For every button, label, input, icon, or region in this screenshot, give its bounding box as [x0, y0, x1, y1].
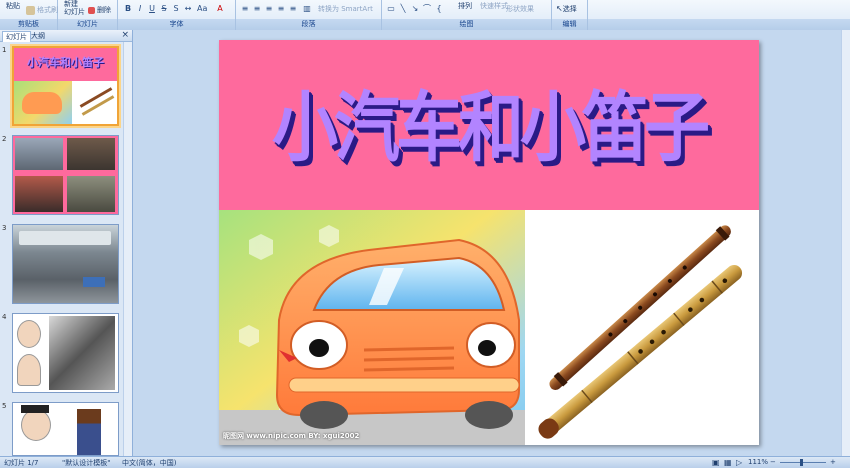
tab-outline[interactable]: 大纲: [28, 31, 48, 41]
align-center-icon[interactable]: ≡: [252, 4, 262, 14]
clipboard-group: 粘贴 格式刷 剪贴板: [0, 0, 58, 30]
char-spacing-icon[interactable]: ↔: [183, 4, 193, 14]
status-bar: 幻灯片 1/7 "默认设计模板" 中文(简体，中国) ▣ ▦ ▷ 111% − …: [0, 456, 850, 468]
columns-icon[interactable]: ▥: [302, 4, 312, 14]
font-group-label: 字体: [169, 20, 184, 28]
car-illustration: [219, 210, 525, 445]
slides-group: 新建 幻灯片 删除 幻灯片: [58, 0, 118, 30]
slides-group-label: 幻灯片: [77, 20, 98, 28]
car-cartoon-image[interactable]: 昵图网 www.nipic.com BY: xgui2002: [219, 210, 525, 445]
drawing-group: ▭ ╲ ↘ ⌒ { 排列 快速样式 形状效果 绘图: [382, 0, 552, 30]
paste-button[interactable]: 粘贴: [6, 1, 20, 11]
format-painter-button[interactable]: 格式刷: [26, 5, 58, 15]
slide-number: 1: [2, 46, 7, 54]
paragraph-group: ≡ ≡ ≡ ≡ ≡ ▥ 转换为 SmartArt 段落: [236, 0, 382, 30]
slide-scrollbar[interactable]: [841, 30, 850, 456]
normal-view-icon[interactable]: ▣: [712, 458, 720, 467]
new-slide-button[interactable]: 新建 幻灯片: [64, 0, 85, 16]
slide-thumbnail-1[interactable]: 小汽车和小笛子: [12, 46, 119, 126]
slide-thumbnail-3[interactable]: [12, 224, 119, 304]
zoom-slider-thumb[interactable]: [800, 459, 803, 466]
zoom-out-icon[interactable]: −: [770, 458, 776, 466]
slide-number: 4: [2, 313, 7, 321]
delete-icon: [88, 6, 95, 14]
select-button[interactable]: ↖选择: [556, 4, 577, 14]
slide-number: 2: [2, 135, 7, 143]
slide-thumbnail-2[interactable]: [12, 135, 119, 215]
slide-number: 5: [2, 402, 7, 410]
ribbon: 粘贴 格式刷 剪贴板 新建 幻灯片 删除 幻灯片 B I U S S ↔ Aa …: [0, 0, 850, 31]
slide-number: 3: [2, 224, 7, 232]
slide-thumbnail-4[interactable]: [12, 313, 119, 393]
flutes-image[interactable]: [525, 210, 759, 445]
distribute-icon[interactable]: ≡: [288, 4, 298, 14]
strikethrough-icon[interactable]: S: [159, 4, 169, 14]
justify-icon[interactable]: ≡: [276, 4, 286, 14]
slide-sorter-icon[interactable]: ▦: [724, 458, 732, 467]
editing-group-label: 编辑: [562, 20, 577, 28]
zoom-in-icon[interactable]: +: [830, 458, 836, 466]
slides-pane: 幻灯片 大纲 × 1 小汽车和小笛子 2 3 4 5: [0, 30, 133, 456]
slideshow-icon[interactable]: ▷: [736, 458, 742, 467]
slide-title[interactable]: 小汽车和小笛子: [219, 67, 759, 177]
thumbnails-scrollbar[interactable]: [123, 42, 132, 456]
font-group: B I U S S ↔ Aa A 字体: [118, 0, 236, 30]
editing-group: ↖选择 编辑: [552, 0, 588, 30]
shadow-icon[interactable]: S: [171, 4, 181, 14]
bold-icon[interactable]: B: [123, 4, 133, 14]
drawing-group-label: 绘图: [459, 20, 474, 28]
cursor-icon: ↖: [556, 4, 563, 13]
image-watermark: 昵图网 www.nipic.com BY: xgui2002: [223, 432, 360, 440]
slide-thumbnail-5[interactable]: [12, 402, 119, 456]
font-color-icon[interactable]: A: [215, 4, 225, 14]
align-right-icon[interactable]: ≡: [264, 4, 274, 14]
clipboard-group-label: 剪贴板: [18, 20, 39, 28]
paragraph-group-label: 段落: [301, 20, 316, 28]
shape-bracket-icon[interactable]: {: [434, 4, 444, 14]
italic-icon[interactable]: I: [135, 4, 145, 14]
underline-icon[interactable]: U: [147, 4, 157, 14]
shape-effects-button[interactable]: 形状效果: [506, 4, 534, 14]
arrange-button[interactable]: 排列: [458, 1, 472, 11]
close-icon[interactable]: ×: [121, 30, 129, 40]
delete-slide-button[interactable]: 删除: [88, 5, 111, 15]
change-case-icon[interactable]: Aa: [197, 4, 207, 14]
flutes-illustration: [538, 225, 743, 439]
convert-smartart-button[interactable]: 转换为 SmartArt: [318, 4, 373, 14]
shape-curve-icon[interactable]: ⌒: [422, 4, 432, 14]
slide-editing-area: 小汽车和小笛子 昵图网 www.nipic.com BY: xgui2002: [133, 30, 841, 456]
thumbnail-title: 小汽车和小笛子: [27, 56, 104, 69]
zoom-slider[interactable]: [780, 462, 826, 463]
brush-icon: [26, 5, 35, 15]
shape-line-icon[interactable]: ╲: [398, 4, 408, 14]
current-slide[interactable]: 小汽车和小笛子 昵图网 www.nipic.com BY: xgui2002: [219, 40, 759, 445]
shape-arrow-icon[interactable]: ↘: [410, 4, 420, 14]
zoom-level[interactable]: 111%: [748, 458, 768, 466]
tab-slides[interactable]: 幻灯片: [2, 31, 31, 42]
pane-tabs: 幻灯片 大纲 ×: [0, 30, 132, 42]
shape-rect-icon[interactable]: ▭: [386, 4, 396, 14]
quick-styles-button[interactable]: 快速样式: [480, 1, 508, 11]
align-left-icon[interactable]: ≡: [240, 4, 250, 14]
